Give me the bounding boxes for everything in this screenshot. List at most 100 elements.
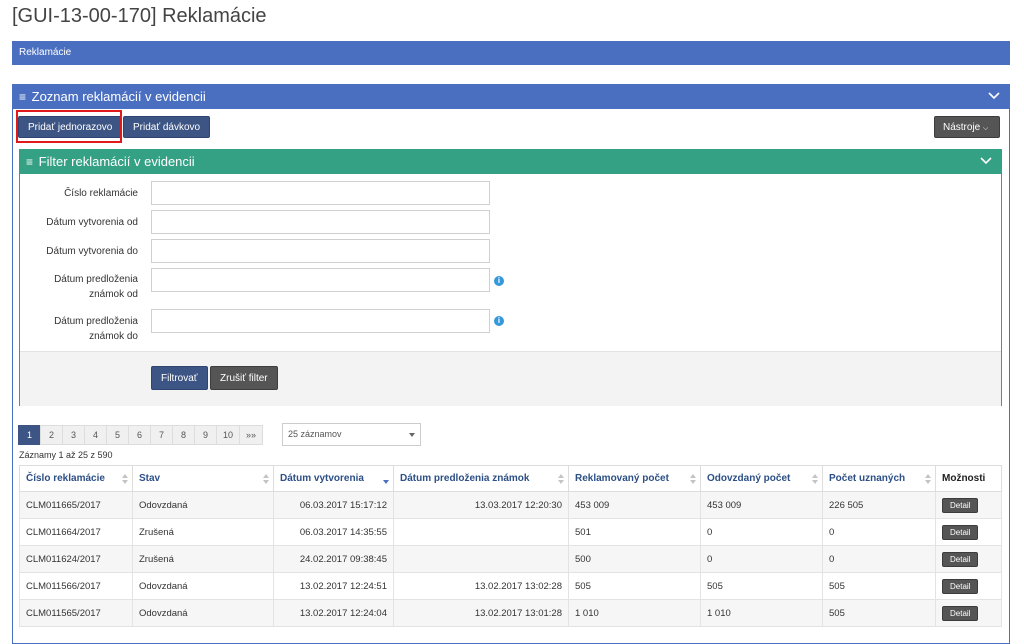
column-header[interactable]: Odovzdaný počet xyxy=(700,465,823,492)
cell-submitted: 13.02.2017 13:01:28 xyxy=(393,599,569,627)
caret-down-icon xyxy=(409,433,415,437)
detail-button[interactable]: Detail xyxy=(942,497,979,513)
detail-button[interactable]: Detail xyxy=(942,605,979,621)
cell-created: 13.02.2017 12:24:04 xyxy=(273,599,394,627)
breadcrumb-item[interactable]: Reklamácie xyxy=(19,47,71,58)
page-4[interactable]: 4 xyxy=(84,425,107,445)
table-row: CLM011566/2017 Odovzdaná 13.02.2017 12:2… xyxy=(19,572,1002,600)
claims-table: Číslo reklamácie Stav Dátum vytvorenia D… xyxy=(19,465,1002,627)
filter-header[interactable]: ≡ Filter reklamácií v evidencii xyxy=(20,150,1001,174)
cell-status: Zrušená xyxy=(132,545,274,573)
created-from-input[interactable] xyxy=(151,210,490,234)
sort-icon xyxy=(122,474,128,484)
cell-actions: Detail xyxy=(935,491,1002,519)
column-header[interactable]: Stav xyxy=(132,465,274,492)
cell-actions: Detail xyxy=(935,518,1002,546)
cell-created: 06.03.2017 14:35:55 xyxy=(273,518,394,546)
table-row: CLM011565/2017 Odovzdaná 13.02.2017 12:2… xyxy=(19,599,1002,627)
cell-submitted xyxy=(393,545,569,573)
submitted-to-input[interactable] xyxy=(151,309,490,333)
column-header[interactable]: Dátum predloženia známok xyxy=(393,465,569,492)
detail-button[interactable]: Detail xyxy=(942,551,979,567)
filter-panel: ≡ Filter reklamácií v evidencii Číslo re… xyxy=(19,149,1002,406)
page-8[interactable]: 8 xyxy=(172,425,195,445)
table-header-row: Číslo reklamácie Stav Dátum vytvorenia D… xyxy=(19,465,1002,492)
cell-submitted: 13.02.2017 13:02:28 xyxy=(393,572,569,600)
cell-accepted-count: 505 xyxy=(822,599,936,627)
hamburger-icon: ≡ xyxy=(19,90,27,104)
cell-created: 13.02.2017 12:24:51 xyxy=(273,572,394,600)
page-size-select[interactable]: 25 záznamov xyxy=(282,423,421,446)
cell-claimed-count: 505 xyxy=(568,572,701,600)
column-title: Dátum vytvorenia xyxy=(280,473,364,484)
info-icon[interactable]: i xyxy=(494,276,504,286)
sort-icon xyxy=(263,474,269,484)
pagination: 1 2 3 4 5 6 7 8 9 10 »» xyxy=(18,425,264,445)
column-title: Dátum predloženia známok xyxy=(400,473,530,484)
table-row: CLM011624/2017 Zrušená 24.02.2017 09:38:… xyxy=(19,545,1002,573)
column-header: Možnosti xyxy=(935,465,1002,492)
claim-number-label: Číslo reklamácie xyxy=(64,188,138,199)
sort-icon xyxy=(925,474,931,484)
column-title: Stav xyxy=(139,473,161,484)
page-5[interactable]: 5 xyxy=(106,425,129,445)
detail-button[interactable]: Detail xyxy=(942,578,979,594)
page-size-value: 25 záznamov xyxy=(288,429,342,439)
column-header[interactable]: Počet uznaných xyxy=(822,465,936,492)
panel-header[interactable]: ≡ Zoznam reklamácií v evidencii xyxy=(13,85,1009,109)
cell-delivered-count: 453 009 xyxy=(700,491,823,519)
chevron-down-icon[interactable] xyxy=(979,154,993,168)
records-info: Záznamy 1 až 25 z 590 xyxy=(19,450,113,460)
cell-delivered-count: 505 xyxy=(700,572,823,600)
cell-claim-number: CLM011664/2017 xyxy=(19,518,133,546)
cell-accepted-count: 226 505 xyxy=(822,491,936,519)
created-to-input[interactable] xyxy=(151,239,490,263)
add-batch-button[interactable]: Pridať dávkovo xyxy=(123,116,211,138)
cell-accepted-count: 505 xyxy=(822,572,936,600)
filter-reset-button[interactable]: Zrušiť filter xyxy=(210,366,278,390)
column-header[interactable]: Reklamovaný počet xyxy=(568,465,701,492)
chevron-down-icon[interactable] xyxy=(987,89,1001,103)
tools-dropdown-button[interactable]: Nástroje ⌵ xyxy=(934,116,1000,138)
page-7[interactable]: 7 xyxy=(150,425,173,445)
detail-button[interactable]: Detail xyxy=(942,524,979,540)
page-2[interactable]: 2 xyxy=(40,425,63,445)
cell-status: Odovzdaná xyxy=(132,491,274,519)
sort-icon xyxy=(558,474,564,484)
cell-claim-number: CLM011624/2017 xyxy=(19,545,133,573)
page-title: [GUI-13-00-170] Reklamácie xyxy=(12,5,267,27)
sort-icon xyxy=(690,474,696,484)
sort-desc-icon xyxy=(383,474,389,484)
hamburger-icon: ≡ xyxy=(26,155,34,169)
page-9[interactable]: 9 xyxy=(194,425,217,445)
column-header[interactable]: Dátum vytvorenia xyxy=(273,465,394,492)
page-10[interactable]: 10 xyxy=(216,425,241,445)
tools-label: Nástroje xyxy=(943,122,981,133)
cell-status: Odovzdaná xyxy=(132,572,274,600)
page-1[interactable]: 1 xyxy=(18,425,41,445)
table-row: CLM011665/2017 Odovzdaná 06.03.2017 15:1… xyxy=(19,491,1002,519)
cell-submitted: 13.03.2017 12:20:30 xyxy=(393,491,569,519)
page-next[interactable]: »» xyxy=(239,425,264,445)
submitted-from-input[interactable] xyxy=(151,268,490,292)
page-3[interactable]: 3 xyxy=(62,425,85,445)
table-row: CLM011664/2017 Zrušená 06.03.2017 14:35:… xyxy=(19,518,1002,546)
claim-number-input[interactable] xyxy=(151,181,490,205)
info-icon[interactable]: i xyxy=(494,316,504,326)
label-line: Dátum predloženia xyxy=(54,274,138,285)
panel-title: Zoznam reklamácií v evidencii xyxy=(31,89,206,104)
filter-title: Filter reklamácií v evidencii xyxy=(38,154,195,169)
page-6[interactable]: 6 xyxy=(128,425,151,445)
filter-apply-button[interactable]: Filtrovať xyxy=(151,366,208,390)
label-line: Dátum predloženia xyxy=(54,316,138,327)
column-title: Počet uznaných xyxy=(829,473,906,484)
cell-claimed-count: 501 xyxy=(568,518,701,546)
column-title: Odovzdaný počet xyxy=(707,473,791,484)
cell-submitted xyxy=(393,518,569,546)
cell-delivered-count: 1 010 xyxy=(700,599,823,627)
cell-claimed-count: 500 xyxy=(568,545,701,573)
column-header[interactable]: Číslo reklamácie xyxy=(19,465,133,492)
cell-claim-number: CLM011565/2017 xyxy=(19,599,133,627)
filter-footer: Filtrovať Zrušiť filter xyxy=(20,351,1001,406)
cell-created: 06.03.2017 15:17:12 xyxy=(273,491,394,519)
